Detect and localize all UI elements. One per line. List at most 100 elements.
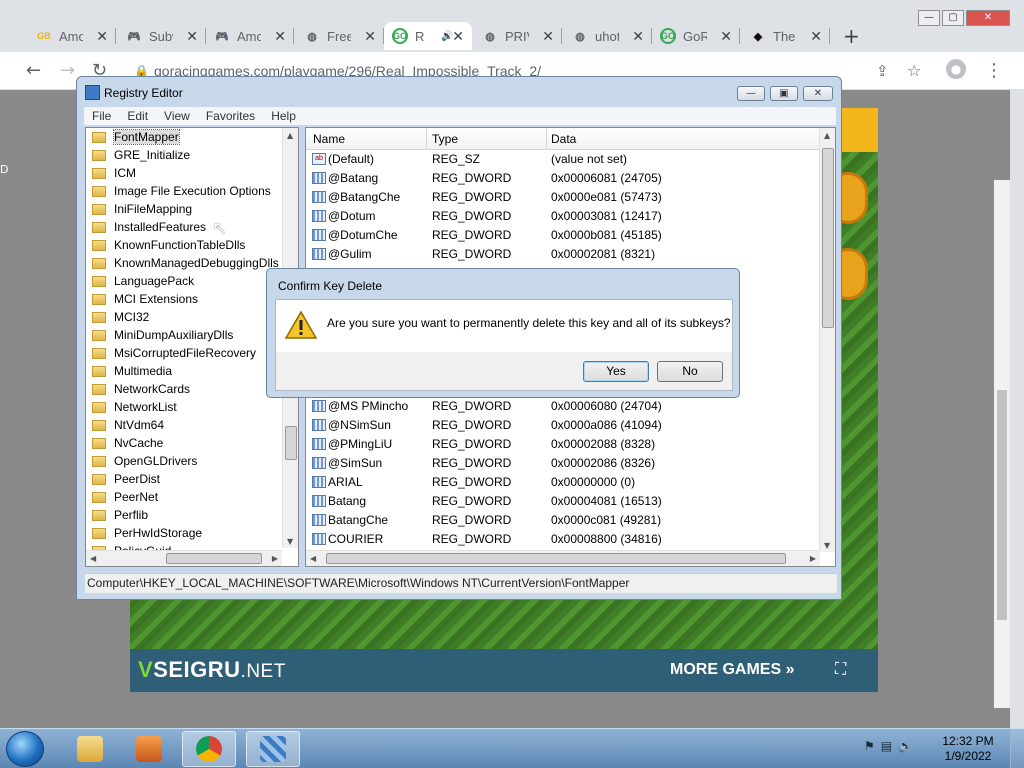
tree-node[interactable]: LanguagePack (92, 272, 282, 290)
menu-kebab-icon[interactable]: ⋮ (985, 60, 1003, 81)
tree-node[interactable]: KnownFunctionTableDlls (92, 236, 282, 254)
yes-button[interactable]: Yes (583, 361, 649, 382)
menu-edit[interactable]: Edit (119, 107, 156, 125)
value-row[interactable]: BatangChe REG_DWORD 0x0000c081 (49281) (306, 511, 820, 530)
new-tab-button[interactable]: + (843, 24, 860, 48)
tree-node[interactable]: PeerDist (92, 470, 282, 488)
share-icon[interactable]: ⇪ (876, 62, 889, 80)
menu-file[interactable]: File (84, 107, 119, 125)
folder-icon (92, 491, 106, 503)
clock[interactable]: 12:32 PM 1/9/2022 (935, 734, 1001, 764)
tree-node[interactable]: OpenGLDrivers (92, 452, 282, 470)
network-icon[interactable]: ▤ (881, 739, 892, 753)
column-header-data[interactable]: Data (551, 132, 576, 146)
start-button[interactable] (6, 731, 44, 767)
close-tab-icon[interactable]: ✕ (720, 28, 732, 45)
value-row[interactable]: @PMingLiU REG_DWORD 0x00002088 (8328) (306, 435, 820, 454)
tree-node[interactable]: IniFileMapping (92, 200, 282, 218)
taskbar-chrome[interactable] (182, 731, 236, 767)
tree-node[interactable]: PerHwIdStorage (92, 524, 282, 542)
no-button[interactable]: No (657, 361, 723, 382)
tree-node[interactable]: NetworkList (92, 398, 282, 416)
close-tab-icon[interactable]: ✕ (632, 28, 644, 45)
value-row[interactable]: @NSimSun REG_DWORD 0x0000a086 (41094) (306, 416, 820, 435)
value-row[interactable]: COURIER REG_DWORD 0x00008800 (34816) (306, 530, 820, 549)
value-row[interactable]: @MS PMincho REG_DWORD 0x00006080 (24704) (306, 397, 820, 416)
value-row[interactable]: @DotumChe REG_DWORD 0x0000b081 (45185) (306, 226, 820, 245)
close-tab-icon[interactable]: ✕ (274, 28, 286, 45)
tree-node[interactable]: Perflib (92, 506, 282, 524)
tree-node[interactable]: MCI32 (92, 308, 282, 326)
regedit-close-button[interactable]: ✕ (803, 86, 833, 101)
tree-node[interactable]: Multimedia (92, 362, 282, 380)
close-tab-icon[interactable]: ✕ (96, 28, 108, 45)
close-tab-icon[interactable]: ✕ (810, 28, 822, 45)
profile-avatar-icon[interactable]: ● (946, 59, 966, 79)
list-horizontal-scrollbar[interactable]: ◀ ▶ (306, 550, 820, 566)
forward-icon[interactable]: → (60, 60, 75, 81)
column-header-name[interactable]: Name (313, 132, 345, 146)
maximize-button[interactable]: ▢ (942, 10, 964, 26)
tree-node[interactable]: InstalledFeatures (92, 218, 282, 236)
close-tab-icon[interactable]: ✕ (452, 28, 464, 45)
tree-node[interactable]: MiniDumpAuxiliaryDlls (92, 326, 282, 344)
value-row[interactable]: ARIAL REG_DWORD 0x00000000 (0) (306, 473, 820, 492)
browser-tab[interactable]: ◆ The ✕ (742, 22, 830, 50)
value-row[interactable]: @Gulim REG_DWORD 0x00002081 (8321) (306, 245, 820, 264)
tree-node[interactable]: FontMapper (92, 128, 282, 146)
menu-view[interactable]: View (156, 107, 198, 125)
value-row[interactable]: @SimSun REG_DWORD 0x00002086 (8326) (306, 454, 820, 473)
page-scrollbar[interactable] (994, 180, 1010, 708)
vseigru-logo[interactable]: VSEIGRU.NET (138, 657, 286, 683)
tree-node[interactable]: NetworkCards (92, 380, 282, 398)
fullscreen-icon[interactable]: ⛶ (835, 661, 846, 679)
tree-node[interactable]: GRE_Initialize (92, 146, 282, 164)
browser-tab[interactable]: ◍ PRIV ✕ (474, 22, 562, 50)
column-header-type[interactable]: Type (432, 132, 458, 146)
menu-help[interactable]: Help (263, 107, 304, 125)
menu-favorites[interactable]: Favorites (198, 107, 263, 125)
browser-tab[interactable]: ◍ uhot ✕ (564, 22, 652, 50)
regedit-minimize-button[interactable]: — (737, 86, 765, 101)
close-tab-icon[interactable]: ✕ (542, 28, 554, 45)
browser-tab[interactable]: GO R 🔊 ✕ (384, 22, 472, 50)
tree-node[interactable]: MsiCorruptedFileRecovery (92, 344, 282, 362)
value-row[interactable]: @Dotum REG_DWORD 0x00003081 (12417) (306, 207, 820, 226)
bookmark-star-icon[interactable]: ☆ (907, 61, 921, 80)
tree-horizontal-scrollbar[interactable]: ◀ ▶ (86, 550, 282, 566)
more-games-link[interactable]: MORE GAMES » (670, 661, 794, 679)
list-vertical-scrollbar[interactable]: ▲ ▼ (819, 128, 835, 552)
browser-tab[interactable]: ◍ Free ✕ (296, 22, 384, 50)
close-tab-icon[interactable]: ✕ (364, 28, 376, 45)
tree-node[interactable]: MCI Extensions (92, 290, 282, 308)
tree-node-label: ICM (114, 166, 136, 180)
value-row[interactable]: @Batang REG_DWORD 0x00006081 (24705) (306, 169, 820, 188)
close-button[interactable]: ✕ (966, 10, 1010, 26)
value-row[interactable]: @BatangChe REG_DWORD 0x0000e081 (57473) (306, 188, 820, 207)
value-row[interactable]: ab (Default) REG_SZ (value not set) (306, 150, 820, 169)
tree-node[interactable]: KnownManagedDebuggingDlls (92, 254, 282, 272)
close-tab-icon[interactable]: ✕ (186, 28, 198, 45)
browser-tab[interactable]: GB Amo ✕ (28, 22, 116, 50)
browser-tab[interactable]: GO GoR ✕ (652, 22, 740, 50)
show-desktop-button[interactable] (1010, 729, 1024, 768)
registry-editor-icon (85, 85, 100, 100)
tree-node[interactable]: NtVdm64 (92, 416, 282, 434)
taskbar-regedit[interactable] (246, 731, 300, 767)
binary-value-icon (312, 248, 326, 260)
value-row[interactable]: Batang REG_DWORD 0x00004081 (16513) (306, 492, 820, 511)
browser-tab[interactable]: 🎮 Subw ✕ (118, 22, 206, 50)
minimize-button[interactable]: — (918, 10, 940, 26)
taskbar-media-player[interactable] (122, 731, 176, 767)
tree-node[interactable]: ICM (92, 164, 282, 182)
tree-node[interactable]: NvCache (92, 434, 282, 452)
action-center-icon[interactable]: ⚑ (864, 739, 875, 753)
tree-node[interactable]: Image File Execution Options (92, 182, 282, 200)
value-type: REG_DWORD (432, 494, 512, 508)
volume-icon[interactable]: 🔈 (898, 739, 913, 753)
taskbar-explorer[interactable] (63, 731, 117, 767)
tree-node[interactable]: PeerNet (92, 488, 282, 506)
regedit-restore-button[interactable]: ▣ (770, 86, 798, 101)
back-icon[interactable]: ← (26, 60, 41, 81)
browser-tab[interactable]: 🎮 Amo ✕ (206, 22, 294, 50)
